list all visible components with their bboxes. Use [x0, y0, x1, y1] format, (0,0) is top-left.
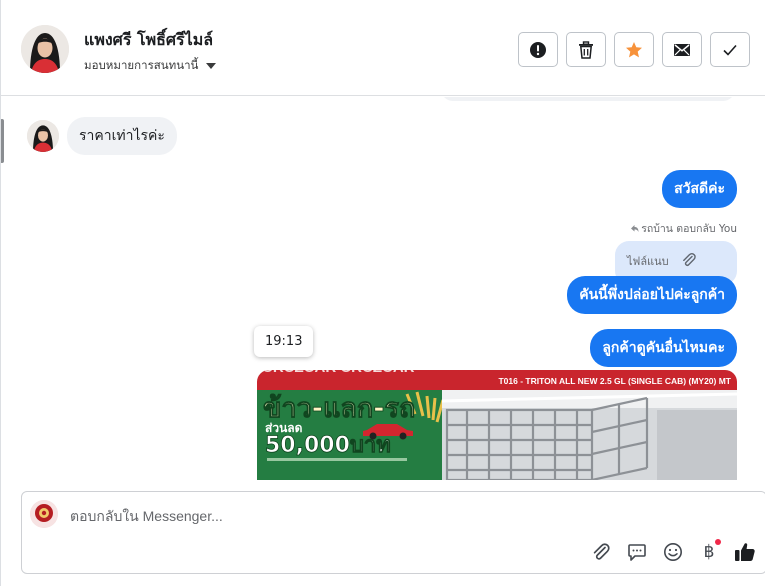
reply-meta-text: รถบ้าน ตอบกลับ You	[641, 223, 737, 235]
assign-label: มอบหมายการสนทนานี้	[84, 58, 199, 72]
paperclip-icon	[593, 543, 610, 560]
scroll-indicator[interactable]	[1, 119, 4, 163]
emoji-button[interactable]	[660, 539, 686, 565]
saved-replies-button[interactable]	[624, 539, 650, 565]
payment-button[interactable]: ฿	[696, 539, 722, 565]
reply-arrow-icon	[631, 225, 639, 232]
mark-done-button[interactable]	[710, 32, 750, 67]
message-thread[interactable]: ราคาเท่าไรค่ะ สวัสดีค่ะ รถบ้าน ตอบกลับ Y…	[1, 97, 765, 480]
baht-icon: ฿	[703, 542, 715, 562]
like-button[interactable]	[732, 539, 758, 565]
outgoing-message[interactable]: สวัสดีค่ะ	[662, 170, 737, 208]
outgoing-message[interactable]: คันนี้พึ่งปล่อยไปค่ะลูกค้า	[567, 276, 737, 314]
outgoing-message[interactable]: ลูกค้าดูคันอื่นไหมคะ	[590, 329, 737, 367]
smiley-icon	[664, 543, 682, 561]
trash-icon	[579, 40, 593, 59]
delete-button[interactable]	[566, 32, 606, 67]
incoming-message[interactable]: ราคาเท่าไรค่ะ	[67, 117, 177, 155]
previous-message-tail	[441, 97, 735, 101]
conversation-header: แพงศรี โพธิ์ศรีไมล์ มอบหมายการสนทนานี้	[1, 0, 765, 96]
speech-bubble-icon	[628, 544, 646, 561]
composer-tools: ฿	[588, 539, 758, 565]
reply-indicator: รถบ้าน ตอบกลับ You	[630, 220, 737, 237]
contact-name: แพงศรี โพธิ์ศรีไมล์	[84, 30, 214, 49]
header-actions	[518, 32, 750, 67]
checkmark-icon	[723, 44, 737, 56]
banner-model-text: T016 - TRITON ALL NEW 2.5 GL (SINGLE CAB…	[498, 376, 731, 386]
paperclip-icon	[682, 253, 696, 267]
caret-down-icon	[206, 63, 217, 69]
thumbs-up-icon	[735, 543, 755, 561]
sender-avatar	[27, 120, 59, 152]
conversation-panel: แพงศรี โพธิ์ศรีไมล์ มอบหมายการสนทนานี้ ร…	[0, 0, 765, 586]
reply-composer: ฿	[21, 491, 765, 574]
mark-spam-button[interactable]	[518, 32, 558, 67]
timestamp-tooltip: 19:13	[254, 326, 314, 357]
mark-unread-button[interactable]	[662, 32, 702, 67]
image-message[interactable]: CRCZCAR CRCZCAR T016 - TRITON ALL NEW 2.…	[257, 370, 737, 480]
reply-input[interactable]	[70, 505, 670, 527]
contact-avatar[interactable]	[21, 25, 69, 73]
star-button[interactable]	[614, 32, 654, 67]
star-icon	[626, 41, 642, 57]
assign-conversation-dropdown[interactable]: มอบหมายการสนทนานี้	[84, 57, 217, 75]
envelope-icon	[674, 43, 690, 56]
notification-dot	[715, 539, 721, 545]
page-avatar	[30, 500, 58, 528]
attachment-label: ไฟล์แนบ	[627, 255, 669, 268]
exclamation-icon	[530, 41, 546, 58]
attach-button[interactable]	[588, 539, 614, 565]
promo-headline: ข้าว-แลก-รถ	[263, 393, 415, 424]
svg-text:CRCZCAR CRCZCAR: CRCZCAR CRCZCAR	[262, 370, 415, 376]
